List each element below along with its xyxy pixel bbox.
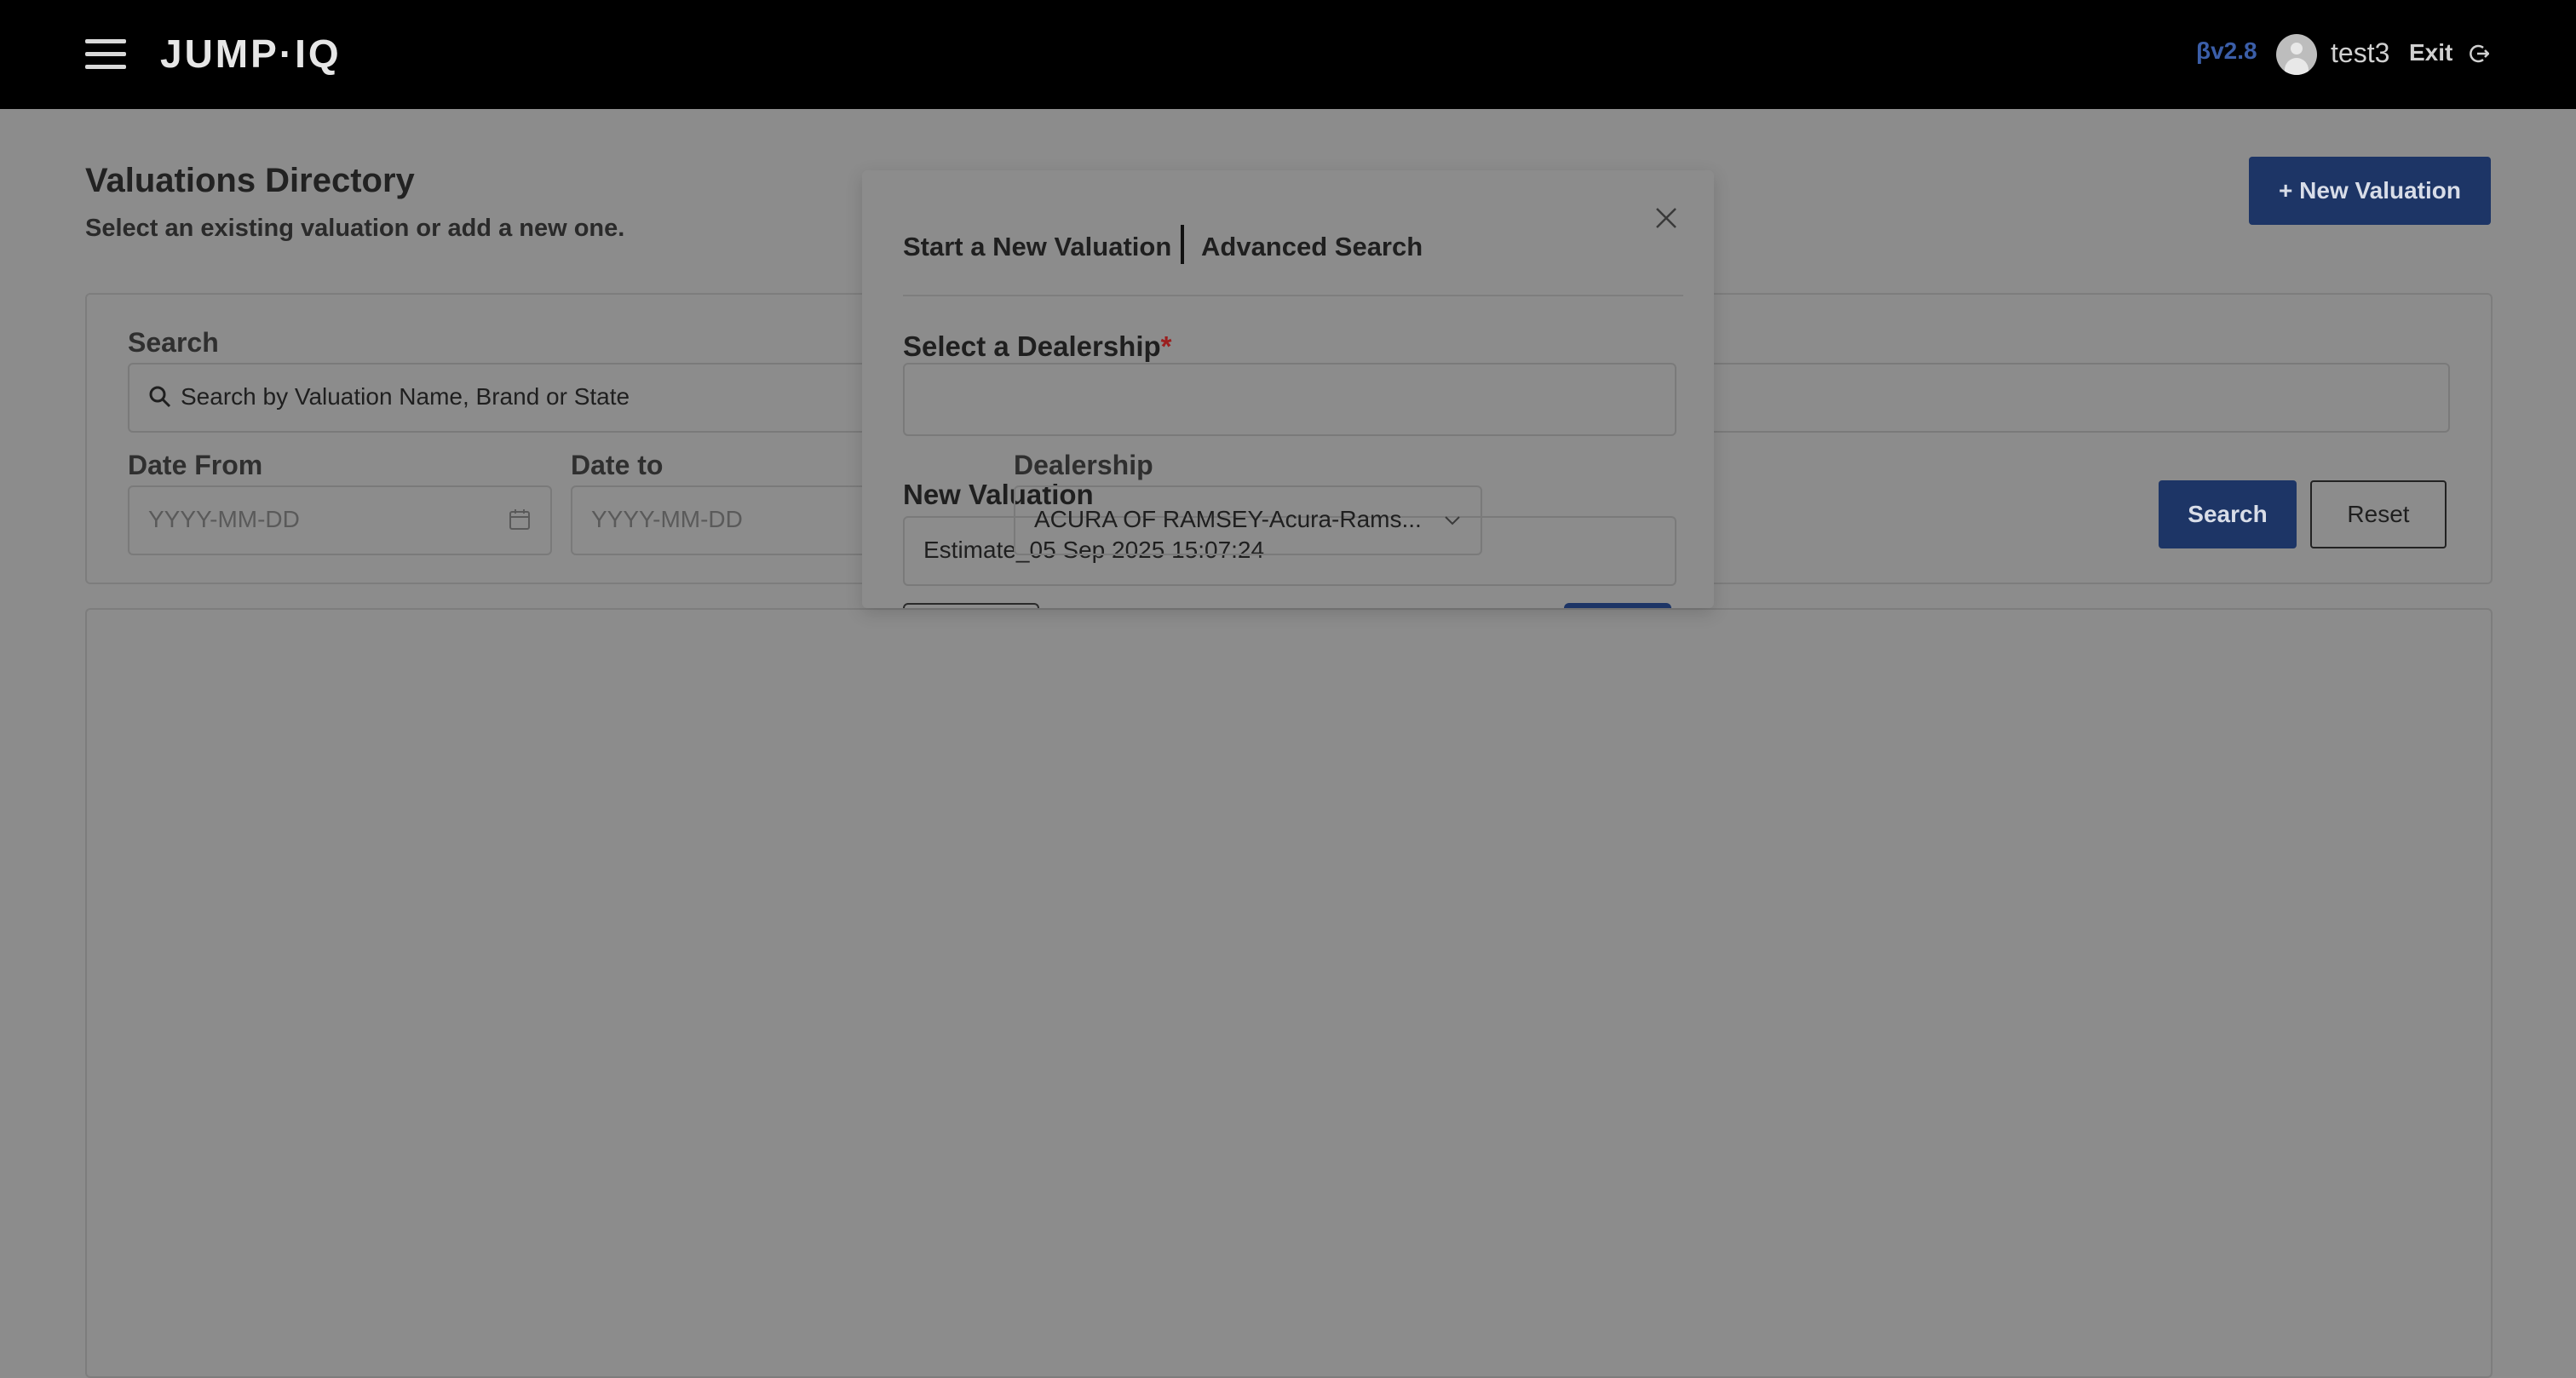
modal-submit-button[interactable]: [1564, 603, 1671, 608]
date-from-input[interactable]: YYYY-MM-DD: [128, 485, 552, 555]
close-icon[interactable]: [1653, 204, 1680, 232]
dealership-value: ACURA OF RAMSEY-Acura-Rams...: [1034, 506, 1422, 532]
dealership-select-field[interactable]: [903, 363, 1676, 436]
tab-start-new-valuation[interactable]: Start a New Valuation: [903, 232, 1171, 262]
page-title: Valuations Directory: [85, 162, 415, 199]
dealership-select[interactable]: ACURA OF RAMSEY-Acura-Rams...: [1014, 485, 1482, 555]
exit-button[interactable]: Exit: [2409, 39, 2452, 66]
calendar-icon[interactable]: [508, 508, 532, 531]
user-avatar-icon[interactable]: [2276, 34, 2317, 75]
date-from-placeholder: YYYY-MM-DD: [148, 506, 300, 532]
results-panel: [85, 608, 2493, 1378]
modal-divider: [903, 295, 1683, 296]
top-nav-bar: JUMP·IQ βv2.8 test3 Exit: [0, 0, 2576, 109]
modal-cancel-button[interactable]: [903, 603, 1039, 608]
menu-icon[interactable]: [85, 39, 126, 70]
username-label: test3: [2331, 37, 2390, 68]
search-button[interactable]: Search: [2159, 480, 2297, 548]
search-label: Search: [128, 327, 219, 358]
page-subtitle: Select an existing valuation or add a ne…: [85, 215, 625, 242]
date-to-placeholder: YYYY-MM-DD: [591, 506, 743, 532]
select-dealership-label: Select a Dealership*: [903, 330, 1172, 362]
tab-advanced-search[interactable]: Advanced Search: [1201, 232, 1423, 262]
date-from-label: Date From: [128, 450, 263, 480]
reset-button[interactable]: Reset: [2310, 480, 2447, 548]
date-to-label: Date to: [571, 450, 664, 480]
chevron-down-icon[interactable]: [1443, 511, 1462, 530]
app-logo[interactable]: JUMP·IQ: [160, 31, 342, 77]
search-placeholder: Search by Valuation Name, Brand or State: [181, 383, 630, 410]
version-badge: βv2.8: [2196, 37, 2257, 64]
logout-icon[interactable]: [2467, 43, 2489, 65]
new-valuation-button[interactable]: + New Valuation: [2249, 157, 2491, 225]
search-icon: [149, 386, 171, 408]
required-marker: *: [1160, 330, 1172, 362]
dealership-label: Dealership: [1014, 450, 1153, 480]
tab-separator: [1181, 225, 1184, 264]
